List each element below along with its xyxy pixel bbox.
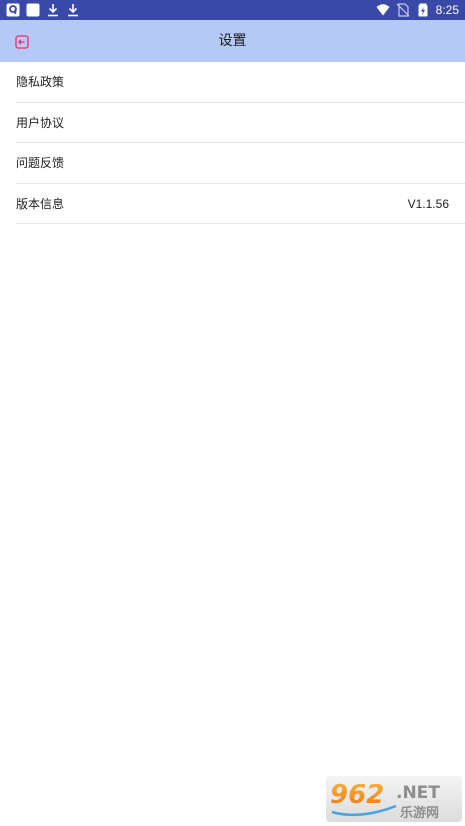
settings-item-label: 版本信息 (16, 196, 65, 211)
app-bar: 设置 (0, 20, 465, 62)
download-icon (66, 3, 80, 17)
svg-text:962: 962 (330, 780, 384, 810)
no-sim-icon (396, 3, 410, 17)
status-bar-notifications (6, 2, 80, 18)
watermark-logo: 962 .NET 乐游网 (326, 776, 462, 822)
settings-item-user-agreement[interactable]: 用户协议 (16, 103, 465, 143)
svg-text:乐游网: 乐游网 (400, 805, 439, 821)
page-title: 设置 (218, 33, 247, 49)
status-bar: 8:25 (0, 0, 465, 20)
download-icon (46, 3, 60, 17)
version-value: V1.1.56 (407, 196, 449, 211)
settings-item-label: 用户协议 (16, 115, 65, 130)
settings-item-feedback[interactable]: 问题反馈 (16, 143, 465, 184)
settings-item-privacy-policy[interactable]: 隐私政策 (16, 62, 465, 103)
app-notification-icon (6, 3, 20, 17)
settings-item-version[interactable]: 版本信息 V1.1.56 (16, 184, 465, 224)
settings-item-label: 问题反馈 (16, 156, 65, 171)
svg-text:.NET: .NET (396, 783, 440, 803)
battery-icon (416, 3, 430, 17)
status-time: 8:25 (435, 3, 459, 17)
settings-list: 隐私政策 用户协议 问题反馈 版本信息 V1.1.56 (16, 62, 465, 224)
wifi-icon (376, 3, 390, 17)
status-bar-system: 8:25 (376, 2, 459, 18)
settings-item-label: 隐私政策 (16, 75, 65, 90)
exit-icon (15, 34, 29, 49)
square-notification-icon (26, 3, 40, 17)
back-button[interactable] (10, 29, 34, 53)
